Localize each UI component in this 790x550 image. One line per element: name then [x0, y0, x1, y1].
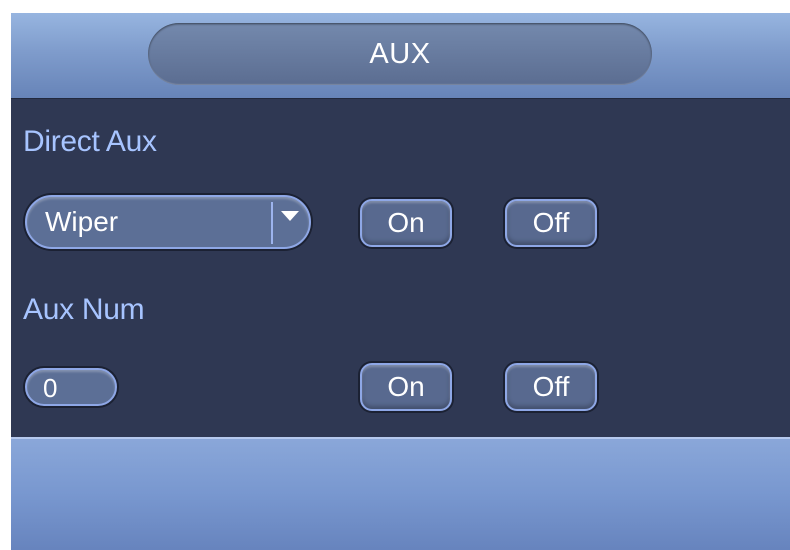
aux-num-input-value: 0: [43, 373, 58, 403]
aux-dialog: AUX Direct Aux Wiper On Off Aux Num 0 On…: [11, 13, 790, 550]
aux-num-off-button[interactable]: Off: [505, 363, 597, 411]
direct-aux-on-button[interactable]: On: [360, 199, 452, 247]
direct-aux-dropdown-value: Wiper: [45, 206, 119, 237]
aux-num-input[interactable]: 0: [25, 368, 117, 406]
direct-aux-label: Direct Aux: [23, 125, 157, 158]
aux-num-label: Aux Num: [23, 293, 145, 326]
dropdown-divider: [271, 202, 273, 244]
dialog-footer: [11, 437, 790, 550]
chevron-down-icon[interactable]: [281, 211, 299, 221]
direct-aux-off-button[interactable]: Off: [505, 199, 597, 247]
dialog-title: AUX: [148, 23, 652, 85]
direct-aux-dropdown[interactable]: Wiper: [25, 195, 311, 249]
aux-num-on-button[interactable]: On: [360, 363, 452, 411]
dialog-header: AUX: [11, 13, 790, 99]
